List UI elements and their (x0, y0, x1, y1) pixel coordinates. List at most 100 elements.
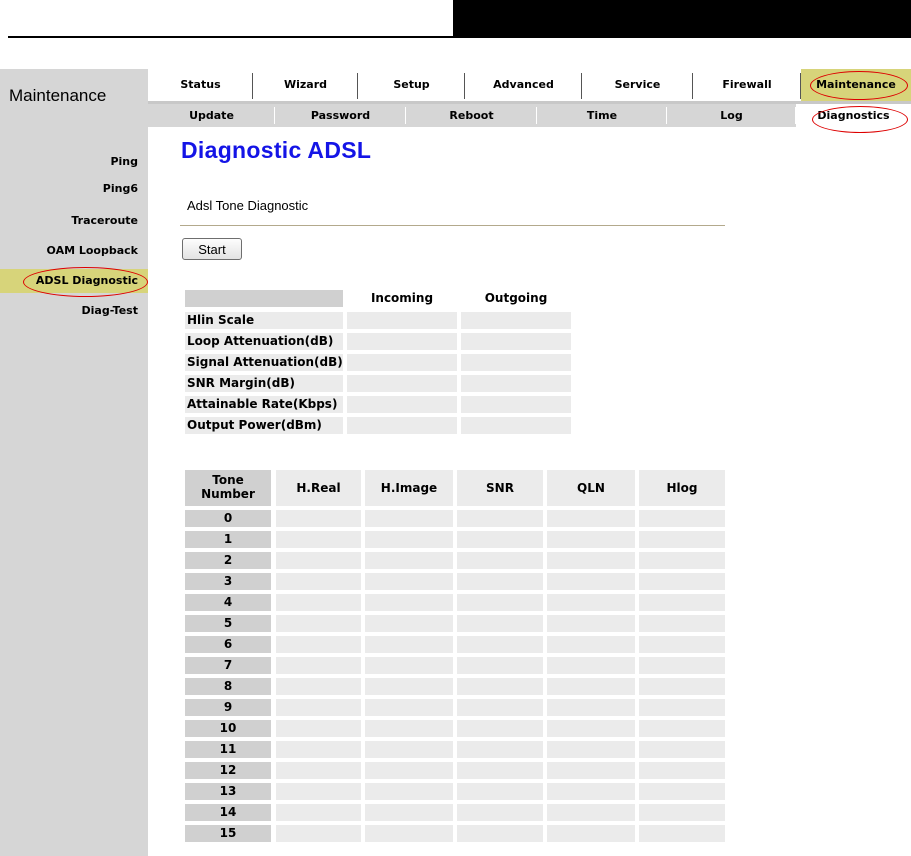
tone-value-cell (457, 825, 543, 842)
tab-wizard[interactable]: Wizard (253, 69, 358, 101)
tone-value-cell (365, 636, 453, 653)
section-subtitle: Adsl Tone Diagnostic (187, 198, 309, 213)
tone-value-cell (547, 741, 635, 758)
section-title: Maintenance (0, 69, 148, 127)
stats-row-label: Signal Attenuation(dB) (185, 354, 343, 371)
tone-value-cell (365, 552, 453, 569)
tab-setup[interactable]: Setup (358, 69, 465, 101)
tone-value-cell (365, 615, 453, 632)
tone-value-cell (365, 531, 453, 548)
tone-value-cell (547, 510, 635, 527)
tone-value-cell (639, 615, 725, 632)
tone-value-cell (639, 678, 725, 695)
subtab-time[interactable]: Time (537, 104, 667, 127)
tone-value-cell (639, 762, 725, 779)
tone-value-cell (457, 510, 543, 527)
tone-value-cell (547, 783, 635, 800)
tone-number-cell: 10 (185, 720, 271, 737)
stats-outgoing-value (461, 312, 571, 329)
tone-value-cell (547, 615, 635, 632)
tone-number-cell: 3 (185, 573, 271, 590)
tab-firewall[interactable]: Firewall (693, 69, 801, 101)
sidebar-item-ping6[interactable]: Ping6 (103, 182, 138, 196)
sidebar-item-oam-loopback[interactable]: OAM Loopback (47, 244, 138, 258)
tone-number-cell: 12 (185, 762, 271, 779)
tone-value-cell (276, 531, 361, 548)
tab-service[interactable]: Service (582, 69, 693, 101)
tone-value-cell (276, 678, 361, 695)
tone-value-cell (639, 510, 725, 527)
stats-outgoing-value (461, 417, 571, 434)
tone-value-cell (365, 783, 453, 800)
tone-value-cell (457, 678, 543, 695)
start-button[interactable]: Start (182, 238, 242, 260)
stats-incoming-value (347, 354, 457, 371)
subtab-reboot[interactable]: Reboot (406, 104, 537, 127)
stats-row-label: Loop Attenuation(dB) (185, 333, 343, 350)
stats-outgoing-value (461, 354, 571, 371)
stats-row-label: Output Power(dBm) (185, 417, 343, 434)
tone-value-cell (276, 510, 361, 527)
tone-value-cell (639, 741, 725, 758)
tone-value-cell (547, 804, 635, 821)
stats-incoming-value (347, 375, 457, 392)
sidebar-item-diag-test[interactable]: Diag-Test (82, 304, 138, 318)
tone-value-cell (365, 804, 453, 821)
sidebar: Ping Ping6 Traceroute OAM Loopback ADSL … (0, 127, 148, 856)
tone-number-cell: 11 (185, 741, 271, 758)
tone-value-cell (457, 783, 543, 800)
tone-value-cell (639, 636, 725, 653)
tone-value-cell (276, 594, 361, 611)
tone-header-hlog: Hlog (639, 470, 725, 506)
tone-value-cell (639, 699, 725, 716)
tone-value-cell (639, 657, 725, 674)
tone-value-cell (547, 762, 635, 779)
tone-number-cell: 15 (185, 825, 271, 842)
stats-row-label: Attainable Rate(Kbps) (185, 396, 343, 413)
tone-value-cell (276, 804, 361, 821)
tone-value-cell (365, 741, 453, 758)
tone-number-cell: 7 (185, 657, 271, 674)
tone-header-snr: SNR (457, 470, 543, 506)
stats-header-outgoing: Outgoing (484, 291, 548, 305)
tone-value-cell (457, 741, 543, 758)
tone-value-cell (547, 573, 635, 590)
subtab-log[interactable]: Log (667, 104, 796, 127)
tab-maintenance[interactable]: Maintenance (801, 69, 911, 101)
tone-value-cell (457, 615, 543, 632)
tone-value-cell (457, 531, 543, 548)
tone-number-cell: 0 (185, 510, 271, 527)
tone-value-cell (457, 552, 543, 569)
tone-value-cell (457, 594, 543, 611)
tone-value-cell (276, 552, 361, 569)
subtab-password[interactable]: Password (275, 104, 406, 127)
subtab-diagnostics[interactable]: Diagnostics (796, 104, 911, 127)
sidebar-item-adsl-diagnostic[interactable]: ADSL Diagnostic (0, 269, 148, 293)
tone-value-cell (547, 657, 635, 674)
tone-value-cell (365, 573, 453, 590)
tone-value-cell (276, 720, 361, 737)
tone-header-himage: H.Image (365, 470, 453, 506)
tone-value-cell (457, 720, 543, 737)
section-title-label: Maintenance (9, 86, 107, 105)
tab-status[interactable]: Status (148, 69, 253, 101)
tone-value-cell (547, 678, 635, 695)
tone-value-cell (365, 678, 453, 695)
tone-value-cell (639, 804, 725, 821)
page-title: Diagnostic ADSL (181, 137, 372, 163)
subtab-update[interactable]: Update (148, 104, 275, 127)
sidebar-item-traceroute[interactable]: Traceroute (71, 214, 138, 228)
tone-value-cell (457, 657, 543, 674)
tone-value-cell (547, 636, 635, 653)
tone-value-cell (365, 720, 453, 737)
tab-advanced[interactable]: Advanced (465, 69, 582, 101)
sidebar-item-ping[interactable]: Ping (110, 155, 138, 169)
tone-number-cell: 4 (185, 594, 271, 611)
tone-header-qln: QLN (547, 470, 635, 506)
tone-number-cell: 6 (185, 636, 271, 653)
tone-value-cell (639, 825, 725, 842)
tone-value-cell (639, 594, 725, 611)
tone-value-cell (547, 594, 635, 611)
tone-value-cell (276, 741, 361, 758)
stats-incoming-value (347, 417, 457, 434)
